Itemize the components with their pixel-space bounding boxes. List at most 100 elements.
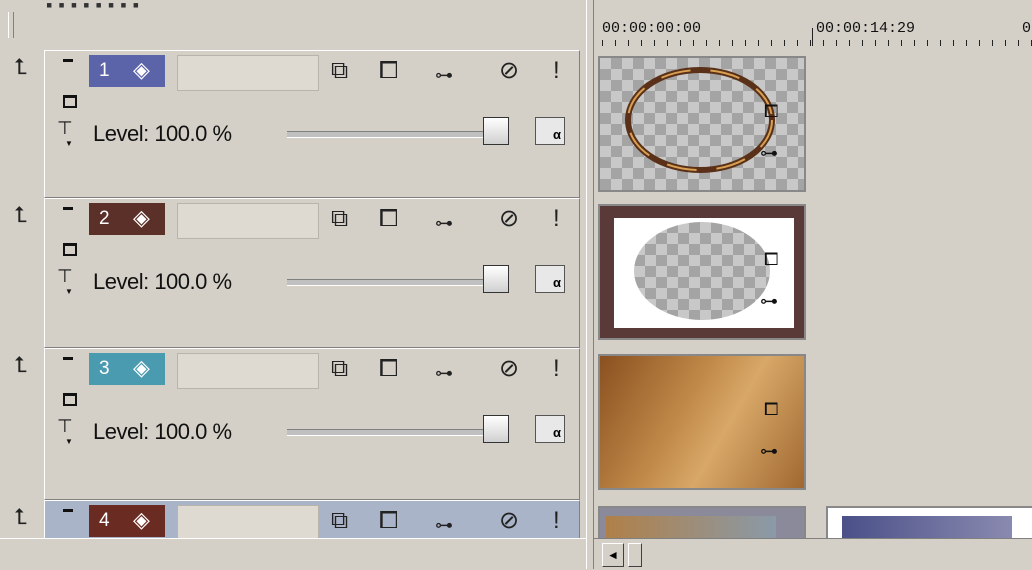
video-track-icon: ◈: [133, 57, 150, 82]
video-clip[interactable]: ⧠ ⊶: [598, 204, 806, 340]
ruler-ticks: [602, 40, 1032, 46]
event-pan-crop-icon[interactable]: ⧠: [764, 102, 778, 120]
scroll-left-button[interactable]: ◄: [602, 543, 624, 567]
timeline-ruler[interactable]: 00:00:00:00 00:00:14:29 0: [594, 0, 1032, 51]
mask-icon[interactable]: ⧉: [331, 207, 348, 231]
level-label: Level: 100.0 %: [93, 121, 232, 146]
ruler-major-tick: [812, 28, 813, 46]
track-number-badge: 3 ◈: [89, 353, 165, 385]
track-number: 1: [99, 60, 110, 81]
minimize-track-icon[interactable]: [63, 207, 73, 210]
minimize-track-icon[interactable]: [63, 59, 73, 62]
mask-icon[interactable]: ⧉: [331, 357, 348, 381]
clip-thumbnail: [606, 516, 776, 538]
solo-icon[interactable]: !: [553, 207, 560, 231]
video-clip[interactable]: ⧠ ⊶: [598, 56, 806, 192]
track-header-2[interactable]: ⮤ ⊤ ▼ 2 ◈ ⧉ ⧠ ⊶ ⊘ ! Level: 100.0 % α: [0, 198, 586, 348]
maximize-track-icon[interactable]: [63, 243, 77, 256]
alpha-icon[interactable]: α: [535, 117, 565, 145]
event-fx-icon[interactable]: ⊶: [760, 144, 778, 162]
mute-icon[interactable]: ⊘: [499, 59, 519, 83]
minimize-track-icon[interactable]: [63, 357, 73, 360]
pan-crop-icon[interactable]: ⊶: [435, 513, 453, 537]
video-clip[interactable]: ⧠ ⊶: [598, 354, 806, 490]
video-track-icon: ◈: [133, 205, 150, 230]
mute-icon[interactable]: ⊘: [499, 357, 519, 381]
timeline-lane-2[interactable]: ⧠ ⊶: [594, 198, 1032, 349]
mute-icon[interactable]: ⊘: [499, 207, 519, 231]
track-name-input[interactable]: [177, 55, 319, 91]
event-pan-crop-icon[interactable]: ⧠: [764, 250, 778, 268]
compositor-icon[interactable]: ⧠: [379, 207, 398, 231]
track-name-input[interactable]: [177, 505, 319, 538]
minimize-track-icon[interactable]: [63, 509, 73, 512]
compositing-mode-icon[interactable]: ⊤ ▼: [57, 119, 73, 148]
track-panel[interactable]: ⊤ ▼ 1 ◈ ⧉ ⧠ ⊶ ⊘ ! Level: 100.0 % α: [44, 50, 580, 198]
solo-icon[interactable]: !: [553, 59, 560, 83]
track-panel[interactable]: ⊤ ▼ 3 ◈ ⧉ ⧠ ⊶ ⊘ ! Level: 100.0 % α: [44, 348, 580, 500]
mute-icon[interactable]: ⊘: [499, 509, 519, 533]
scroll-thumb[interactable]: [628, 543, 642, 567]
level-slider-thumb[interactable]: [483, 117, 509, 145]
track-header-1[interactable]: ⮤ ⊤ ▼ 1 ◈ ⧉ ⧠ ⊶ ⊘ ! Level: 100.0 % α: [0, 50, 586, 198]
compositor-icon[interactable]: ⧠: [379, 357, 398, 381]
solo-icon[interactable]: !: [553, 509, 560, 533]
event-fx-icon[interactable]: ⊶: [760, 292, 778, 310]
clip-thumbnail: [625, 67, 775, 173]
pan-crop-icon[interactable]: ⊶: [435, 211, 453, 235]
expand-track-icon[interactable]: ⮤: [14, 354, 27, 376]
status-bar: [0, 538, 586, 570]
level-slider[interactable]: [287, 429, 487, 436]
track-number: 3: [99, 358, 110, 379]
timeline-lane-3[interactable]: ⧠ ⊶: [594, 348, 1032, 501]
maximize-track-icon[interactable]: [63, 95, 77, 108]
alpha-icon[interactable]: α: [535, 265, 565, 293]
solo-icon[interactable]: !: [553, 357, 560, 381]
expand-track-icon[interactable]: ⮤: [14, 204, 27, 226]
scroll-left-icon: ◄: [607, 548, 619, 562]
track-header-4[interactable]: ⮤ 4 ◈ ⧉ ⧠ ⊶ ⊘ !: [0, 500, 586, 538]
level-label: Level: 100.0 %: [93, 269, 232, 294]
track-number-badge: 1 ◈: [89, 55, 165, 87]
level-slider-thumb[interactable]: [483, 415, 509, 443]
compositing-mode-icon[interactable]: ⊤ ▼: [57, 417, 73, 446]
track-name-input[interactable]: [177, 203, 319, 239]
video-clip-2[interactable]: [826, 506, 1032, 538]
level-slider-thumb[interactable]: [483, 265, 509, 293]
expand-track-icon[interactable]: ⮤: [14, 56, 27, 78]
level-slider[interactable]: [287, 131, 487, 138]
track-panel[interactable]: ⊤ ▼ 2 ◈ ⧉ ⧠ ⊶ ⊘ ! Level: 100.0 % α: [44, 198, 580, 348]
pan-crop-icon[interactable]: ⊶: [435, 361, 453, 385]
alpha-icon[interactable]: α: [535, 415, 565, 443]
clip-thumbnail: [634, 222, 770, 320]
maximize-track-icon[interactable]: [63, 393, 77, 406]
compositor-icon[interactable]: ⧠: [379, 59, 398, 83]
ruler-time-start: 00:00:00:00: [602, 20, 702, 37]
event-pan-crop-icon[interactable]: ⧠: [764, 400, 778, 418]
track-header-3[interactable]: ⮤ ⊤ ▼ 3 ◈ ⧉ ⧠ ⊶ ⊘ ! Level: 100.0 % α: [0, 348, 586, 500]
event-fx-icon[interactable]: ⊶: [760, 442, 778, 460]
track-name-input[interactable]: [177, 353, 319, 389]
ruler-time-end: 0: [1022, 20, 1032, 37]
level-slider[interactable]: [287, 279, 487, 286]
toolbar-grip[interactable]: [8, 12, 14, 38]
timeline-lane-1[interactable]: ⧠ ⊶: [594, 50, 1032, 199]
video-clip[interactable]: [598, 506, 806, 538]
expand-track-icon[interactable]: ⮤: [14, 506, 27, 528]
toolbar-dots: ▪▪▪▪▪▪▪▪: [46, 0, 146, 15]
pan-crop-icon[interactable]: ⊶: [435, 63, 453, 87]
compositing-mode-icon[interactable]: ⊤ ▼: [57, 267, 73, 296]
clip-thumbnail: [842, 516, 1012, 538]
mask-icon[interactable]: ⧉: [331, 509, 348, 533]
track-panel[interactable]: 4 ◈ ⧉ ⧠ ⊶ ⊘ !: [44, 500, 580, 538]
track-gutter: ⮤: [0, 348, 44, 500]
timeline-lane-4[interactable]: [594, 500, 1032, 539]
track-number-badge: 2 ◈: [89, 203, 165, 235]
compositor-icon[interactable]: ⧠: [379, 509, 398, 533]
horizontal-scrollbar[interactable]: ◄: [594, 538, 1032, 570]
video-track-icon: ◈: [133, 355, 150, 380]
pane-splitter[interactable]: [586, 0, 594, 569]
mask-icon[interactable]: ⧉: [331, 59, 348, 83]
alpha-symbol: α: [553, 275, 561, 290]
alpha-symbol: α: [553, 127, 561, 142]
